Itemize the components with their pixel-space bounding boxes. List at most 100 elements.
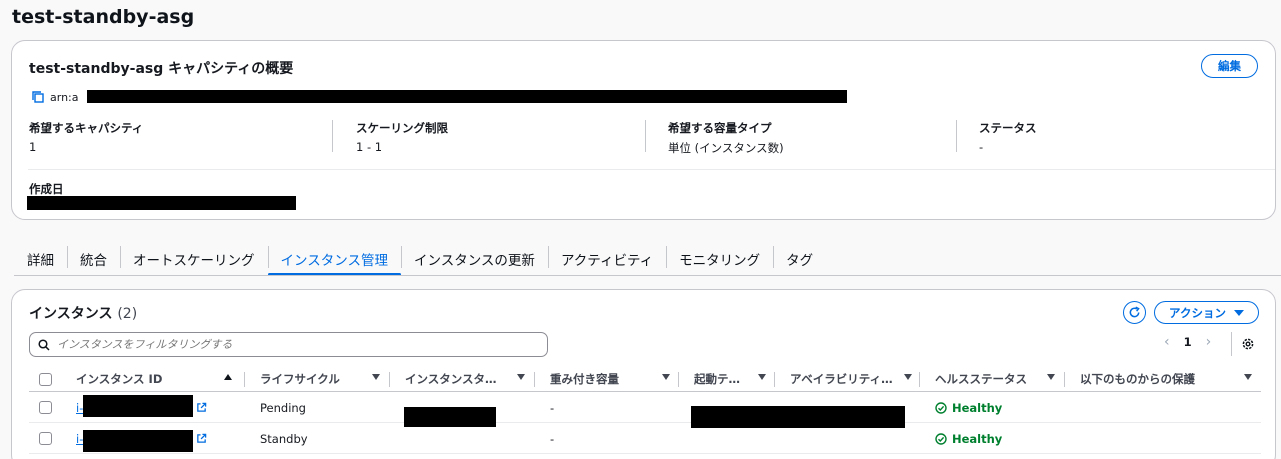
select-all-cell bbox=[39, 366, 55, 392]
arn-row: arn:a bbox=[31, 89, 79, 105]
edit-button[interactable]: 編集 bbox=[1201, 54, 1258, 78]
copy-icon[interactable] bbox=[31, 90, 45, 104]
weighted-capacity-cell: - bbox=[550, 400, 555, 415]
actions-button[interactable]: アクション bbox=[1154, 301, 1259, 324]
created-date-label: 作成日 bbox=[29, 182, 64, 196]
column-header-health-status[interactable]: ヘルスステータス bbox=[935, 366, 1063, 392]
divider bbox=[956, 120, 957, 152]
filter-input[interactable] bbox=[57, 338, 537, 351]
sort-icon bbox=[1244, 374, 1252, 380]
tab-details[interactable]: 詳細 bbox=[14, 244, 67, 273]
refresh-button[interactable] bbox=[1123, 301, 1146, 324]
tab-auto-scaling[interactable]: オートスケーリング bbox=[120, 244, 268, 273]
column-header-launch-template[interactable]: 起動テ… bbox=[694, 366, 774, 392]
divider bbox=[389, 372, 390, 387]
tab-instance-management[interactable]: インスタンス管理 bbox=[267, 244, 402, 276]
sort-icon bbox=[517, 374, 525, 380]
refresh-icon bbox=[1129, 306, 1140, 318]
arn-redaction bbox=[87, 90, 847, 103]
instance-id-redaction bbox=[83, 394, 194, 417]
capacity-type-label: 希望する容量タイプ bbox=[668, 121, 772, 135]
divider bbox=[919, 372, 920, 387]
tab-instance-refresh[interactable]: インスタンスの更新 bbox=[400, 244, 548, 273]
instance-id-redaction bbox=[83, 429, 194, 452]
tab-monitoring[interactable]: モニタリング bbox=[666, 244, 773, 273]
desired-capacity: 希望するキャパシティ 1 bbox=[29, 120, 143, 154]
status-value: - bbox=[979, 140, 984, 154]
launch-template-cell bbox=[691, 392, 905, 428]
actions-button-label: アクション bbox=[1169, 305, 1226, 320]
caret-down-icon bbox=[1233, 309, 1244, 316]
lifecycle-cell: Pending bbox=[260, 400, 306, 415]
row-select-cell bbox=[39, 423, 52, 454]
tab-integrations[interactable]: 統合 bbox=[67, 244, 120, 273]
column-header-protection[interactable]: 以下のものからの保護 bbox=[1080, 366, 1260, 392]
tab-bar: 詳細 統合 オートスケーリング インスタンス管理 インスタンスの更新 アクティビ… bbox=[14, 244, 826, 276]
check-circle-icon bbox=[935, 401, 947, 414]
table-header: インスタンス ID ライフサイクル インスタンスタ… 重み付き容量 起動テ… ア… bbox=[29, 366, 1261, 392]
external-link-icon[interactable] bbox=[196, 433, 207, 444]
divider bbox=[678, 372, 679, 387]
divider bbox=[1064, 372, 1065, 387]
divider bbox=[28, 169, 1275, 170]
instance-id-link[interactable]: i- bbox=[76, 401, 83, 415]
prev-page-icon[interactable]: ‹ bbox=[1164, 334, 1170, 350]
column-header-lifecycle[interactable]: ライフサイクル bbox=[260, 366, 388, 392]
column-label: インスタンス ID bbox=[76, 372, 163, 386]
status: ステータス - bbox=[979, 120, 1037, 154]
gear-icon[interactable] bbox=[1241, 337, 1255, 351]
divider bbox=[645, 120, 646, 152]
column-label: 起動テ… bbox=[694, 372, 740, 386]
divider bbox=[774, 372, 775, 387]
health-status: Healthy bbox=[935, 432, 1002, 446]
created-date-redaction bbox=[27, 196, 296, 210]
column-label: アベイラビリティ… bbox=[790, 372, 893, 386]
health-status-label: Healthy bbox=[952, 431, 1003, 446]
column-header-weighted-capacity[interactable]: 重み付き容量 bbox=[550, 366, 678, 392]
row-checkbox[interactable] bbox=[39, 401, 52, 414]
instance-id-link[interactable]: i- bbox=[76, 432, 83, 446]
instances-title: インスタンス (2) bbox=[29, 303, 137, 323]
tab-activity[interactable]: アクティビティ bbox=[547, 244, 666, 273]
column-label: ヘルスステータス bbox=[935, 372, 1027, 386]
external-link-icon[interactable] bbox=[196, 402, 207, 413]
weighted-capacity-cell: - bbox=[550, 431, 555, 446]
divider bbox=[1231, 332, 1232, 356]
sort-icon bbox=[662, 374, 670, 380]
sort-ascending-icon bbox=[224, 374, 232, 380]
row-checkbox[interactable] bbox=[39, 432, 52, 445]
divider bbox=[14, 275, 1281, 276]
search-icon bbox=[38, 338, 50, 351]
row-select-cell bbox=[39, 392, 52, 423]
column-header-instance-id[interactable]: インスタンス ID bbox=[76, 366, 240, 392]
page-title: test-standby-asg bbox=[12, 6, 195, 28]
filter-input-box[interactable] bbox=[29, 332, 548, 357]
column-label: ライフサイクル bbox=[260, 372, 340, 386]
status-label: ステータス bbox=[979, 121, 1037, 135]
column-header-availability-zone[interactable]: アベイラビリティ… bbox=[790, 366, 920, 392]
instance-id-cell: i- bbox=[76, 392, 207, 423]
desired-capacity-value: 1 bbox=[29, 140, 37, 154]
next-page-icon[interactable]: › bbox=[1206, 334, 1212, 350]
select-all-checkbox[interactable] bbox=[39, 372, 52, 386]
sort-icon bbox=[372, 374, 380, 380]
divider bbox=[332, 120, 333, 152]
capacity-title: test-standby-asg キャパシティの概要 bbox=[29, 61, 294, 77]
check-circle-icon bbox=[935, 432, 947, 445]
column-header-instance-type[interactable]: インスタンスタ… bbox=[405, 366, 533, 392]
column-label: 重み付き容量 bbox=[550, 372, 619, 386]
table-row: i- Pending - Healthy bbox=[29, 392, 1261, 428]
tab-tags[interactable]: タグ bbox=[773, 244, 826, 273]
instances-count: (2) bbox=[117, 306, 138, 322]
page-number[interactable]: 1 bbox=[1184, 335, 1192, 349]
arn-text: arn:a bbox=[50, 90, 79, 104]
divider bbox=[534, 372, 535, 387]
desired-capacity-label: 希望するキャパシティ bbox=[29, 121, 144, 135]
instance-type-cell bbox=[404, 392, 496, 427]
capacity-type: 希望する容量タイプ 単位 (インスタンス数) bbox=[668, 120, 784, 155]
instances-table: インスタンス ID ライフサイクル インスタンスタ… 重み付き容量 起動テ… ア… bbox=[29, 366, 1261, 454]
scaling-limits-label: スケーリング制限 bbox=[356, 121, 448, 135]
column-label: インスタンスタ… bbox=[405, 372, 497, 386]
health-status-cell: Healthy bbox=[935, 423, 1002, 454]
scaling-limits-value: 1 - 1 bbox=[356, 140, 383, 154]
